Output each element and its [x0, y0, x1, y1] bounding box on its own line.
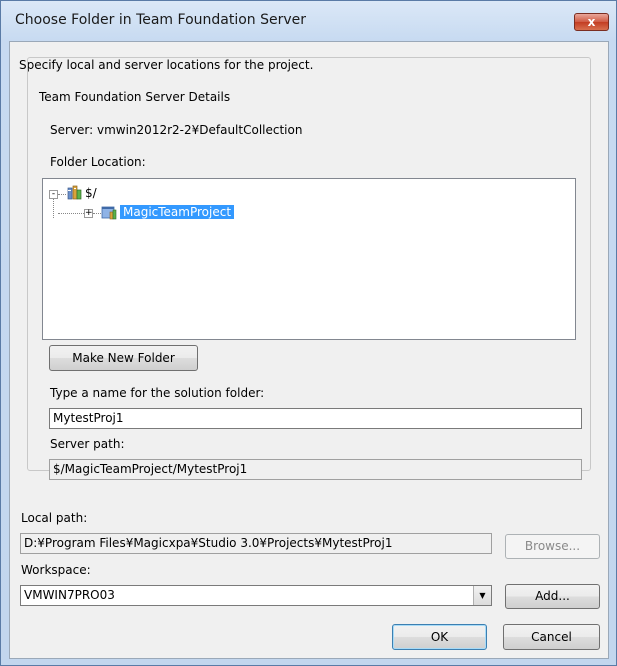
- tree-node-magicteamproject-label: MagicTeamProject: [120, 205, 235, 219]
- tree-node-root[interactable]: $/: [85, 184, 97, 202]
- ok-button[interactable]: OK: [392, 624, 487, 650]
- team-project-icon: [101, 206, 117, 220]
- tree-node-magicteamproject[interactable]: MagicTeamProject: [120, 203, 235, 221]
- make-new-folder-button[interactable]: Make New Folder: [49, 345, 198, 371]
- browse-button[interactable]: Browse...: [505, 534, 600, 559]
- close-button[interactable]: x: [574, 13, 609, 31]
- chevron-down-icon[interactable]: ▼: [473, 586, 491, 605]
- folder-tree[interactable]: - $/ + MagicTeamProject: [42, 178, 576, 340]
- team-server-icon: [67, 185, 82, 200]
- local-path-field: D:¥Program Files¥Magicxpa¥Studio 3.0¥Pro…: [20, 533, 492, 554]
- solution-folder-label: Type a name for the solution folder:: [50, 386, 265, 400]
- server-path-label: Server path:: [50, 437, 125, 451]
- local-path-label: Local path:: [21, 511, 88, 525]
- server-label: Server: vmwin2012r2-2¥DefaultCollection: [50, 123, 303, 137]
- folder-location-label: Folder Location:: [50, 155, 146, 169]
- workspace-label: Workspace:: [21, 563, 91, 577]
- cancel-button[interactable]: Cancel: [503, 624, 600, 650]
- expand-expander-icon[interactable]: +: [84, 209, 93, 218]
- close-icon: x: [587, 15, 596, 29]
- tree-connector-vertical: [53, 199, 54, 218]
- title-bar[interactable]: Choose Folder in Team Foundation Server …: [1, 1, 616, 41]
- add-workspace-button[interactable]: Add...: [505, 584, 600, 609]
- group-legend: Team Foundation Server Details: [36, 90, 234, 104]
- server-path-field: $/MagicTeamProject/MytestProj1: [49, 459, 582, 480]
- window-title: Choose Folder in Team Foundation Server: [15, 12, 307, 28]
- tree-connector: [58, 213, 84, 214]
- workspace-selected-value: VMWIN7PRO03: [24, 588, 115, 602]
- tree-connector: [93, 213, 101, 214]
- collapse-expander-icon[interactable]: -: [49, 190, 58, 199]
- workspace-combobox[interactable]: VMWIN7PRO03 ▼: [20, 585, 492, 606]
- solution-folder-input[interactable]: MytestProj1: [49, 408, 582, 429]
- tree-node-root-label: $/: [85, 186, 97, 200]
- tree-connector: [58, 194, 66, 195]
